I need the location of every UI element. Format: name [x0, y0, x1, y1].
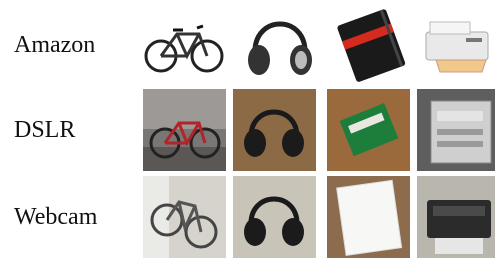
printer-icon [417, 176, 495, 258]
domain-label: DSLR [14, 116, 76, 143]
image-dslr-bicycle [143, 89, 226, 171]
bicycle-icon [143, 89, 226, 171]
image-webcam-notebook [327, 176, 410, 258]
notebook-icon [327, 89, 410, 171]
image-amazon-headphones [239, 4, 322, 86]
bicycle-icon [143, 4, 226, 86]
image-amazon-printer [416, 4, 495, 86]
image-dslr-printer [417, 89, 495, 171]
domain-label: Webcam [14, 203, 98, 230]
printer-icon [416, 4, 495, 86]
notebook-icon [329, 4, 412, 86]
row-webcam: Webcam [0, 176, 495, 258]
image-amazon-notebook [329, 4, 412, 86]
notebook-icon [327, 176, 410, 258]
image-webcam-headphones [233, 176, 316, 258]
image-amazon-bicycle [143, 4, 226, 86]
image-dslr-notebook [327, 89, 410, 171]
image-webcam-bicycle [143, 176, 226, 258]
printer-icon [417, 89, 495, 171]
bicycle-icon [143, 176, 226, 258]
row-amazon: Amazon [0, 4, 495, 86]
headphones-icon [233, 89, 316, 171]
image-dslr-headphones [233, 89, 316, 171]
headphones-icon [239, 4, 322, 86]
row-dslr: DSLR [0, 89, 495, 171]
headphones-icon [233, 176, 316, 258]
image-webcam-printer [417, 176, 495, 258]
domain-label: Amazon [14, 31, 96, 58]
